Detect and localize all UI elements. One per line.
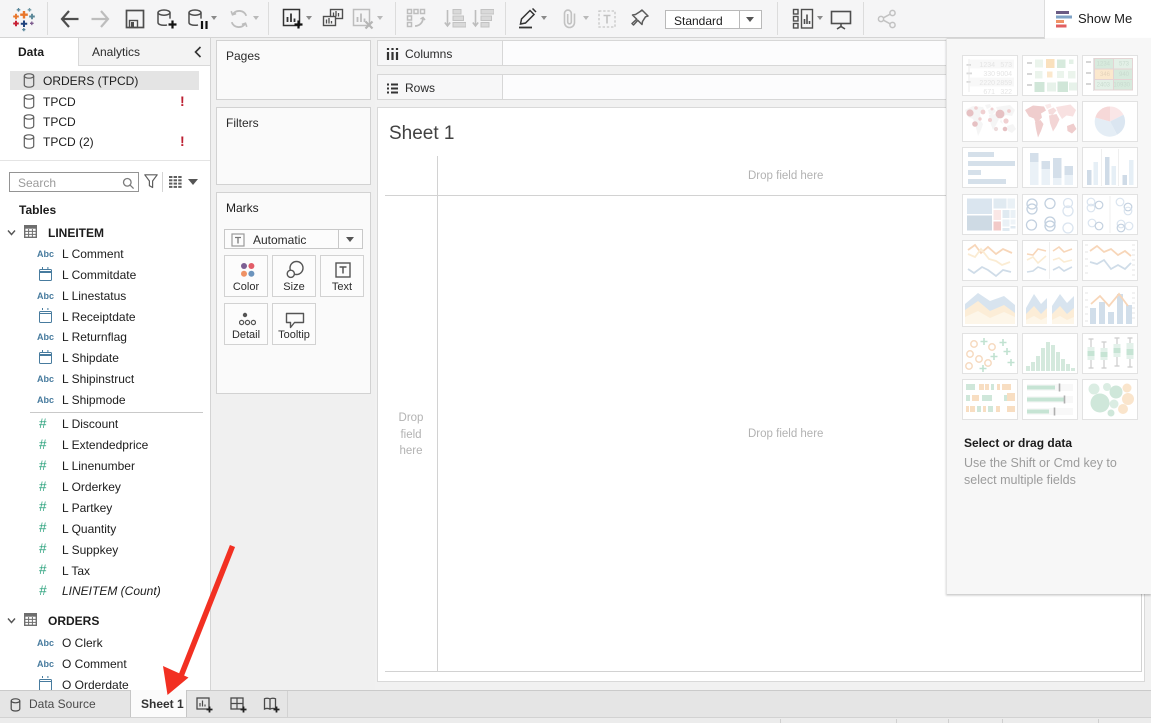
svg-text:2403: 2403 — [1097, 82, 1111, 88]
svg-text:940: 940 — [1119, 72, 1130, 78]
svg-text:573: 573 — [1119, 61, 1130, 67]
svg-text:346: 346 — [1100, 72, 1111, 78]
svg-text:330: 330 — [983, 71, 995, 78]
svg-text:2220: 2220 — [979, 80, 995, 87]
svg-text:573: 573 — [1000, 62, 1012, 69]
svg-text:1234: 1234 — [1097, 61, 1111, 67]
svg-text:322: 322 — [1000, 89, 1012, 95]
svg-text:1234: 1234 — [979, 62, 995, 69]
svg-text:671: 671 — [983, 89, 995, 95]
svg-text:2859: 2859 — [996, 80, 1012, 87]
svg-text:9004: 9004 — [996, 71, 1012, 78]
svg-text:10930: 10930 — [1113, 82, 1130, 88]
